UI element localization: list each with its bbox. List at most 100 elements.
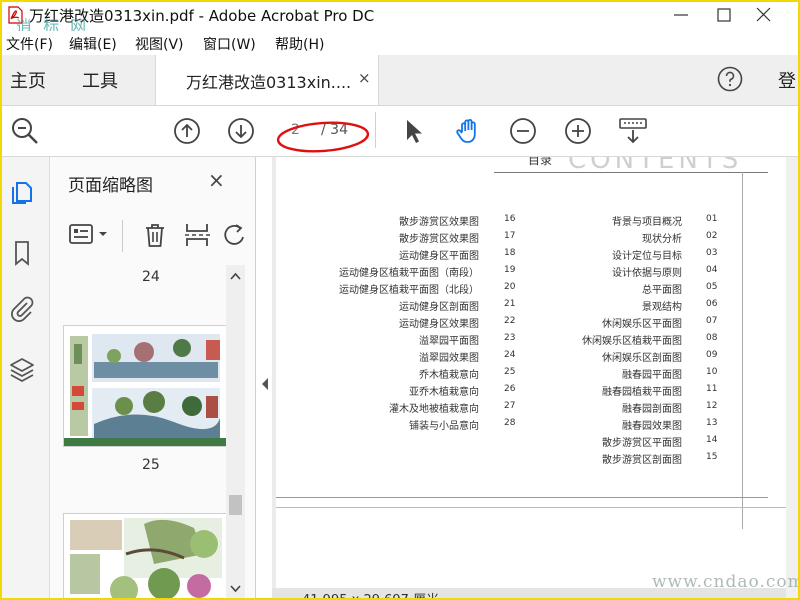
toc-entry-page: 09 <box>706 350 718 360</box>
toc-entry-title: 设计定位与目标 <box>612 251 682 262</box>
toc-entry-page: 12 <box>706 401 718 411</box>
toc-entry-page: 01 <box>706 214 718 224</box>
zoom-in-icon[interactable] <box>563 116 593 146</box>
collapse-panel-icon[interactable] <box>260 377 270 391</box>
thumbnail-image <box>64 514 226 598</box>
app-window: 万红港改造0313xin.pdf - Adobe Acrobat Pro DC … <box>0 0 800 600</box>
toc-entry-page: 14 <box>706 435 718 445</box>
toc-entry-page: 18 <box>504 248 516 258</box>
menu-edit[interactable]: 编辑(E) <box>69 34 117 54</box>
tab-tools[interactable]: 工具 <box>82 67 118 93</box>
select-cursor-icon[interactable] <box>398 116 428 146</box>
thumbnail-label: 24 <box>142 269 160 285</box>
menu-file[interactable]: 文件(F) <box>6 34 53 54</box>
hand-tool-icon[interactable] <box>454 116 484 146</box>
toc-entry-title: 运动健身区植栽平面图（北段） <box>339 285 479 296</box>
contents-heading-cn: 目录 <box>528 157 553 167</box>
thumbnail-page-25[interactable] <box>63 325 226 447</box>
attachments-icon[interactable] <box>8 295 36 323</box>
menu-view[interactable]: 视图(V) <box>135 34 184 54</box>
toc-entry-title: 休闲娱乐区植栽平面图 <box>582 336 682 347</box>
toc-entry-title: 灌木及地被植栽意向 <box>389 404 479 415</box>
menu-help[interactable]: 帮助(H) <box>275 34 324 54</box>
page-thumbnails-panel: 页面缩略图 × 24 25 <box>50 157 256 598</box>
toc-entry-page: 08 <box>706 333 718 343</box>
rotate-page-icon[interactable] <box>220 220 250 250</box>
scroll-down-icon[interactable] <box>229 584 242 594</box>
toc-entry-page: 13 <box>706 418 718 428</box>
toc-entry-title: 景观结构 <box>642 302 682 313</box>
toc-entry-title: 休闲娱乐区剖面图 <box>602 353 682 364</box>
thumbnail-page-26[interactable] <box>63 513 226 598</box>
pdf-page: 目录 CONTENTS 散步游赏区效果图 16 散步游赏区效果图 17 运动健身区平面图… <box>276 157 786 598</box>
scrollbar-thumb[interactable] <box>229 495 242 515</box>
toc-entry-title: 散步游赏区效果图 <box>399 217 479 228</box>
toc-entry-page: 11 <box>706 384 718 394</box>
toc-entry-title: 运动健身区平面图 <box>399 251 479 262</box>
toc-entry-title: 休闲娱乐区平面图 <box>602 319 682 330</box>
toc-entry-page: 24 <box>504 350 516 360</box>
menu-bar: 文件(F) 编辑(E) 视图(V) 窗口(W) 帮助(H) <box>2 31 798 55</box>
toc-entry-title: 亚乔木植栽意向 <box>409 387 479 398</box>
tab-bar: 主页 工具 万红港改造0313xin.... × 登 <box>2 55 798 106</box>
delete-page-icon[interactable] <box>140 220 170 250</box>
site-watermark: www.cndao.com <box>652 572 800 592</box>
page-thumbnails-icon[interactable] <box>8 179 36 207</box>
tab-close-button[interactable]: × <box>358 69 371 87</box>
toc-entry-title: 融春园剖面图 <box>622 404 682 415</box>
toc-entry-title: 运动健身区植栽平面图（南段） <box>339 268 479 279</box>
red-annotation-ellipse <box>276 121 370 153</box>
sign-in-link[interactable]: 登 <box>778 67 796 93</box>
next-page-icon[interactable] <box>226 116 256 146</box>
bookmarks-icon[interactable] <box>8 239 36 267</box>
page-dimensions: 41.995 x 29.697 厘米 <box>302 589 439 598</box>
document-scrollbar[interactable] <box>786 157 798 598</box>
toc-entry-title: 散步游赏区剖面图 <box>602 455 682 466</box>
toc-entry-page: 27 <box>504 401 516 411</box>
toc-entry-page: 15 <box>706 452 718 462</box>
layers-icon[interactable] <box>8 355 36 383</box>
minimize-icon[interactable] <box>662 2 702 28</box>
toc-entry-page: 07 <box>706 316 718 326</box>
tab-home[interactable]: 主页 <box>10 67 46 93</box>
toc-entry-page: 10 <box>706 367 718 377</box>
previous-page-icon[interactable] <box>172 116 202 146</box>
panel-toolbar-separator <box>122 220 123 252</box>
thumbnail-options-icon[interactable] <box>68 220 112 250</box>
thumbnail-image <box>64 326 226 446</box>
page-edge-rule <box>276 507 786 508</box>
margin-rule <box>742 172 743 529</box>
close-window-icon[interactable] <box>752 2 792 28</box>
panel-toolbar <box>50 212 255 260</box>
scroll-up-icon[interactable] <box>229 271 242 281</box>
document-view: 目录 CONTENTS 散步游赏区效果图 16 散步游赏区效果图 17 运动健身区平面图… <box>272 157 798 598</box>
toc-entry-title: 背景与项目概况 <box>612 217 682 228</box>
toc-entry-page: 23 <box>504 333 516 343</box>
toc-entry-page: 16 <box>504 214 516 224</box>
zoom-out-icon[interactable] <box>508 116 538 146</box>
toc-entry-title: 运动健身区效果图 <box>399 319 479 330</box>
tab-document[interactable]: 万红港改造0313xin.... × <box>155 55 379 105</box>
toc-entry-page: 20 <box>504 282 516 292</box>
maximize-icon[interactable] <box>712 2 752 28</box>
toc-entry-page: 19 <box>504 265 516 275</box>
zoom-search-icon[interactable] <box>10 116 40 146</box>
title-bar: 万红港改造0313xin.pdf - Adobe Acrobat Pro DC … <box>2 2 798 36</box>
toc-entry-title: 溢翠园平面图 <box>419 336 479 347</box>
toc-entry-title: 散步游赏区平面图 <box>602 438 682 449</box>
toc-entry-title: 总平面图 <box>642 285 682 296</box>
keyboard-input-icon[interactable] <box>617 116 649 146</box>
toc-entry-page: 04 <box>706 265 718 275</box>
toc-entry-page: 02 <box>706 231 718 241</box>
toc-entry-title: 散步游赏区效果图 <box>399 234 479 245</box>
navigation-rail <box>2 157 50 598</box>
panel-close-button[interactable]: × <box>208 168 225 192</box>
thumbnails-list: 24 25 <box>50 265 226 598</box>
insert-page-icon[interactable] <box>182 220 212 250</box>
help-icon[interactable] <box>717 66 743 92</box>
toc-entry-page: 28 <box>504 418 516 428</box>
thumbnails-scrollbar[interactable] <box>226 265 245 598</box>
toc-entry-page: 22 <box>504 316 516 326</box>
toc-entry-page: 25 <box>504 367 516 377</box>
menu-window[interactable]: 窗口(W) <box>203 34 256 54</box>
